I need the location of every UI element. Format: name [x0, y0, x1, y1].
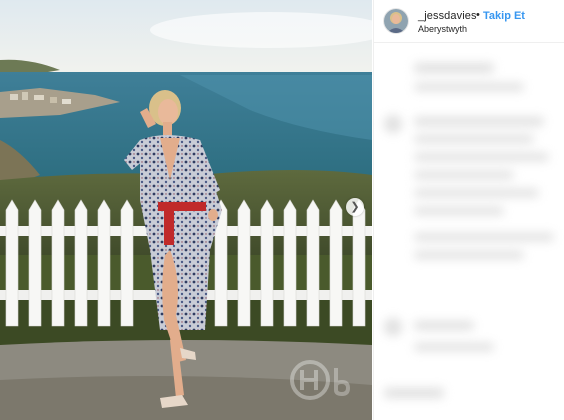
- follow-button[interactable]: Takip Et: [483, 10, 525, 22]
- next-photo-button[interactable]: ❯: [346, 198, 364, 216]
- watermark-logo: [290, 360, 351, 400]
- post-photo[interactable]: ❯: [0, 0, 372, 420]
- avatar[interactable]: [384, 9, 408, 33]
- separator-dot: •: [476, 9, 480, 21]
- location-link[interactable]: Aberystwyth: [418, 24, 467, 34]
- post-header: _jessdavies • Takip Et Aberystwyth: [374, 0, 564, 43]
- chevron-right-icon: ❯: [350, 200, 360, 213]
- blurred-comments-area: [374, 43, 564, 420]
- username-link[interactable]: _jessdavies: [418, 10, 477, 22]
- post-side-panel: _jessdavies • Takip Et Aberystwyth: [373, 0, 564, 420]
